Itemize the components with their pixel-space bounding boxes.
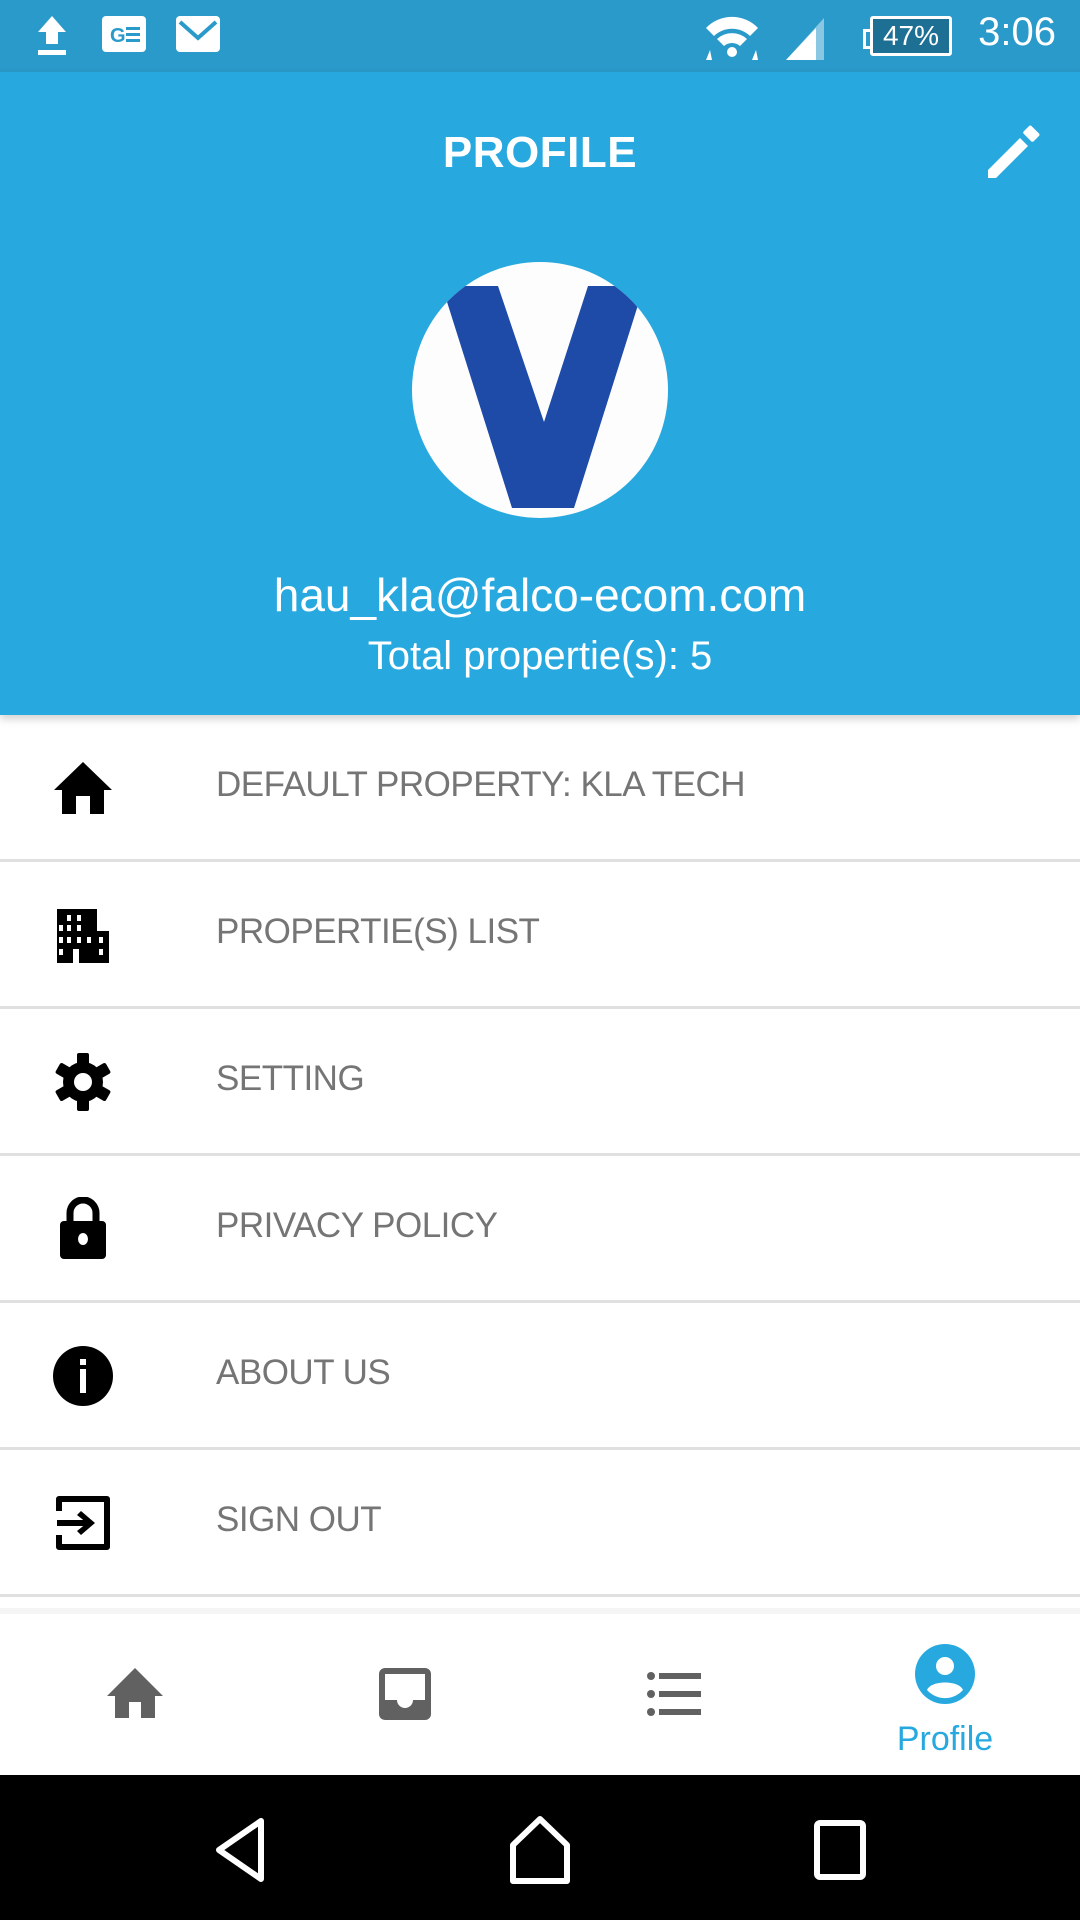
upload-icon	[38, 16, 66, 55]
clock: 3:06	[978, 10, 1056, 54]
page-title: PROFILE	[442, 128, 638, 177]
user-email: hau_kla@falco-ecom.com	[273, 569, 807, 621]
list-icon	[647, 1672, 701, 1716]
company-logo	[442, 286, 644, 508]
home-icon	[50, 755, 116, 821]
bottom-navigation: Profile	[0, 1608, 1080, 1775]
recents-icon[interactable]	[805, 1815, 875, 1885]
menu-item-setting[interactable]: SETTING	[0, 1009, 1080, 1156]
status-bar: G 47% 3:06	[0, 0, 1080, 72]
wifi-icon	[706, 16, 758, 60]
profile-icon	[915, 1644, 975, 1704]
battery-indicator: 47%	[863, 16, 952, 56]
menu-label: ABOUT US	[216, 1353, 391, 1392]
menu-item-privacy-policy[interactable]: PRIVACY POLICY	[0, 1156, 1080, 1303]
back-icon[interactable]	[205, 1815, 275, 1885]
tab-profile[interactable]: Profile	[810, 1614, 1080, 1775]
building-icon	[50, 902, 116, 968]
mail-icon	[176, 16, 220, 52]
tab-list[interactable]	[540, 1614, 810, 1775]
menu-label: SIGN OUT	[216, 1500, 382, 1539]
inbox-icon	[379, 1668, 431, 1720]
total-properties: Total propertie(s): 5	[367, 634, 713, 678]
tab-home[interactable]	[0, 1614, 270, 1775]
gear-icon	[50, 1049, 116, 1115]
svg-text:G: G	[110, 25, 126, 47]
menu-item-default-property[interactable]: DEFAULT PROPERTY: KLA TECH	[0, 715, 1080, 862]
menu-label: PRIVACY POLICY	[216, 1206, 498, 1245]
sign-out-icon	[50, 1490, 116, 1556]
home-button-icon[interactable]	[505, 1815, 575, 1885]
signal-icon	[786, 18, 824, 60]
tab-label: Profile	[896, 1720, 994, 1758]
news-icon: G	[102, 16, 146, 52]
menu-label: DEFAULT PROPERTY: KLA TECH	[216, 765, 746, 804]
profile-menu: DEFAULT PROPERTY: KLA TECH PROPERTIE(S) …	[0, 715, 1080, 1597]
tab-inbox[interactable]	[270, 1614, 540, 1775]
info-icon	[50, 1343, 116, 1409]
menu-item-sign-out[interactable]: SIGN OUT	[0, 1450, 1080, 1597]
edit-profile-button[interactable]	[980, 122, 1044, 186]
profile-header: PROFILE hau_kla@falco-ecom.com Total pro…	[0, 72, 1080, 715]
home-icon	[107, 1668, 163, 1718]
avatar[interactable]	[412, 262, 668, 518]
lock-icon	[50, 1196, 116, 1262]
menu-item-about-us[interactable]: ABOUT US	[0, 1303, 1080, 1450]
pencil-icon	[988, 125, 1040, 178]
menu-item-properties-list[interactable]: PROPERTIE(S) LIST	[0, 862, 1080, 1009]
menu-label: PROPERTIE(S) LIST	[216, 912, 540, 951]
menu-label: SETTING	[216, 1059, 365, 1098]
system-navigation-bar	[0, 1775, 1080, 1920]
